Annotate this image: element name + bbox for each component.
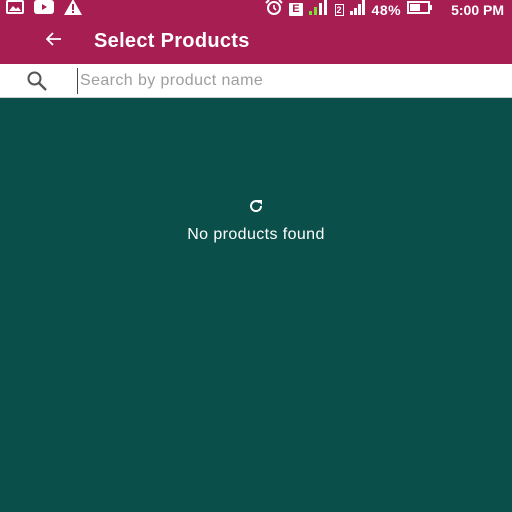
app-bar: Select Products <box>0 19 512 64</box>
alarm-icon <box>265 0 283 20</box>
empty-state: No products found <box>0 98 512 512</box>
youtube-icon <box>34 0 54 19</box>
status-right-icons: E 2 48% 5:00 PM <box>265 0 504 20</box>
status-bar: E 2 48% 5:00 PM <box>0 0 512 19</box>
signal-icon-sim2 <box>349 0 366 20</box>
signal-icon <box>308 0 329 20</box>
battery-icon <box>407 0 433 19</box>
arrow-back-icon <box>45 32 62 51</box>
empty-state-message: No products found <box>187 226 325 243</box>
back-button[interactable] <box>34 22 74 62</box>
refresh-icon <box>248 198 264 219</box>
refresh-button[interactable] <box>246 198 266 218</box>
page-title: Select Products <box>94 30 250 52</box>
search-bar <box>0 64 512 98</box>
sim-slot-badge: 2 <box>334 3 344 16</box>
search-input[interactable] <box>77 67 497 94</box>
warning-icon <box>64 0 82 20</box>
image-icon <box>6 0 24 19</box>
status-left-icons <box>6 0 82 20</box>
status-time: 5:00 PM <box>451 1 504 18</box>
search-icon[interactable] <box>25 69 49 93</box>
network-type-badge: E <box>289 3 303 16</box>
battery-percent: 48% <box>371 1 402 18</box>
